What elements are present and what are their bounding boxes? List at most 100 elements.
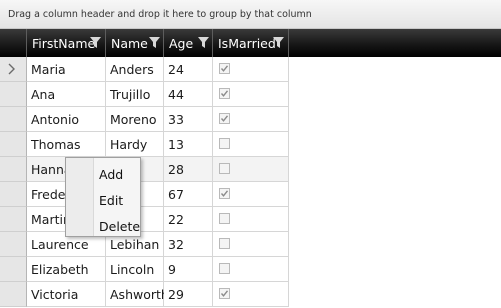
cell-value: 13 [168, 137, 184, 152]
cell-married[interactable] [213, 182, 289, 207]
ismarried-checkbox[interactable] [219, 288, 230, 299]
cell-last[interactable]: Hardy [106, 132, 164, 157]
cell-age[interactable]: 22 [164, 207, 213, 232]
cell-value: 32 [168, 237, 184, 252]
row-indicator[interactable] [0, 82, 27, 107]
cell-value: 28 [168, 162, 184, 177]
column-header-label: Age [169, 36, 194, 51]
ismarried-checkbox[interactable] [219, 138, 230, 149]
cell-value: Hardy [110, 137, 148, 152]
column-header-age[interactable]: Age [164, 29, 213, 57]
cell-value: Ashworth [110, 287, 169, 302]
cell-married[interactable] [213, 107, 289, 132]
check-icon [220, 190, 229, 197]
context-menu-delete-label: Delete [99, 219, 141, 234]
row-indicator[interactable] [0, 207, 27, 232]
group-by-panel[interactable]: Drag a column header and drop it here to… [0, 0, 501, 29]
cell-age[interactable]: 29 [164, 282, 213, 307]
cell-value: Thomas [31, 137, 81, 152]
context-menu-add-label: Add [99, 167, 124, 182]
funnel-filter-icon[interactable] [149, 37, 160, 49]
column-header-label: Name [111, 36, 148, 51]
context-menu-add[interactable]: Add [93, 161, 140, 186]
row-indicator[interactable] [0, 107, 27, 132]
cell-first[interactable]: Ana [27, 82, 106, 107]
cell-value: Ana [31, 87, 56, 102]
ismarried-checkbox[interactable] [219, 63, 230, 74]
cell-married[interactable] [213, 57, 289, 82]
cell-value: Lebihan [110, 237, 160, 252]
check-icon [220, 65, 229, 72]
funnel-filter-icon[interactable] [273, 37, 284, 49]
cell-age[interactable]: 44 [164, 82, 213, 107]
funnel-filter-icon[interactable] [198, 37, 209, 49]
row-indicator[interactable] [0, 182, 27, 207]
cell-married[interactable] [213, 207, 289, 232]
cell-value: 33 [168, 112, 184, 127]
grid-empty-area [289, 57, 501, 308]
ismarried-checkbox[interactable] [219, 88, 230, 99]
cell-first[interactable]: Antonio [27, 107, 106, 132]
ismarried-checkbox[interactable] [219, 113, 230, 124]
ismarried-checkbox[interactable] [219, 188, 230, 199]
context-menu-icon-gutter [66, 158, 94, 236]
cell-age[interactable]: 33 [164, 107, 213, 132]
funnel-filter-icon[interactable] [90, 37, 101, 49]
cell-value: Antonio [31, 112, 80, 127]
group-panel-hint: Drag a column header and drop it here to… [8, 9, 312, 20]
cell-last[interactable]: Ashworth [106, 282, 169, 307]
row-indicator[interactable] [0, 57, 27, 82]
cell-value: Moreno [110, 112, 157, 127]
ismarried-checkbox[interactable] [219, 213, 230, 224]
cell-last[interactable]: Trujillo [106, 82, 164, 107]
cell-value: Trujillo [110, 87, 151, 102]
context-menu-edit-label: Edit [99, 193, 124, 208]
context-menu-edit[interactable]: Edit [93, 187, 140, 212]
check-icon [220, 290, 229, 297]
row-indicator[interactable] [0, 282, 27, 307]
header-corner [0, 29, 27, 57]
cell-age[interactable]: 67 [164, 182, 213, 207]
cell-married[interactable] [213, 257, 289, 282]
cell-age[interactable]: 32 [164, 232, 213, 257]
cell-age[interactable]: 28 [164, 157, 213, 182]
column-header-row: FirstName Name Age IsMarried [0, 29, 501, 57]
cell-value: Lincoln [110, 262, 155, 277]
cell-value: Anders [110, 62, 154, 77]
row-indicator[interactable] [0, 132, 27, 157]
row-indicator[interactable] [0, 157, 27, 182]
cell-value: 24 [168, 62, 184, 77]
context-menu: Add Edit Delete [65, 157, 141, 237]
row-indicator[interactable] [0, 257, 27, 282]
cell-married[interactable] [213, 82, 289, 107]
column-header-name[interactable]: Name [106, 29, 164, 57]
cell-age[interactable]: 13 [164, 132, 213, 157]
cell-first[interactable]: Thomas [27, 132, 106, 157]
cell-value: 44 [168, 87, 184, 102]
column-header-label: FirstName [32, 36, 96, 51]
cell-value: Elizabeth [31, 262, 89, 277]
column-header-label: IsMarried [218, 36, 276, 51]
cell-first[interactable]: Elizabeth [27, 257, 106, 282]
column-header-firstname[interactable]: FirstName [27, 29, 106, 57]
cell-married[interactable] [213, 232, 289, 257]
ismarried-checkbox[interactable] [219, 163, 230, 174]
context-menu-delete[interactable]: Delete [93, 213, 140, 238]
check-icon [220, 90, 229, 97]
cell-first[interactable]: Maria [27, 57, 106, 82]
cell-value: 29 [168, 287, 184, 302]
cell-last[interactable]: Lincoln [106, 257, 164, 282]
cell-married[interactable] [213, 282, 289, 307]
cell-married[interactable] [213, 132, 289, 157]
cell-first[interactable]: Victoria [27, 282, 106, 307]
cell-married[interactable] [213, 157, 289, 182]
ismarried-checkbox[interactable] [219, 263, 230, 274]
column-header-ismarried[interactable]: IsMarried [213, 29, 289, 57]
ismarried-checkbox[interactable] [219, 238, 230, 249]
cell-age[interactable]: 9 [164, 257, 213, 282]
cell-last[interactable]: Anders [106, 57, 164, 82]
cell-age[interactable]: 24 [164, 57, 213, 82]
row-indicator[interactable] [0, 232, 27, 257]
cell-last[interactable]: Moreno [106, 107, 164, 132]
cell-value: Victoria [31, 287, 79, 302]
